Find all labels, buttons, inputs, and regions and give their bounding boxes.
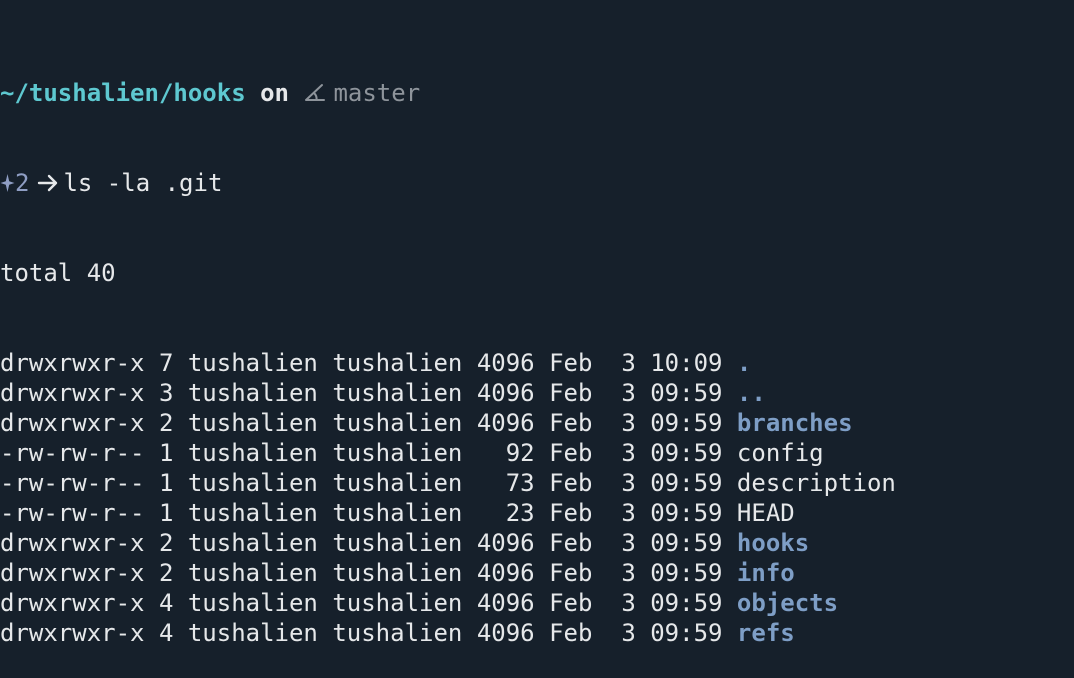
file-metadata: drwxrwxr-x 2 tushalien tushalien 4096 Fe… bbox=[0, 559, 737, 587]
command-line: 2 ls -la .git bbox=[0, 168, 1074, 198]
file-metadata: drwxrwxr-x 4 tushalien tushalien 4096 Fe… bbox=[0, 619, 737, 647]
file-name: description bbox=[736, 469, 896, 497]
directory-name: . bbox=[736, 349, 752, 377]
listing-row: -rw-rw-r-- 1 tushalien tushalien 73 Feb … bbox=[0, 468, 1074, 498]
file-name: config bbox=[736, 439, 824, 467]
git-branch-name: master bbox=[333, 79, 421, 107]
file-metadata: drwxrwxr-x 7 tushalien tushalien 4096 Fe… bbox=[0, 349, 737, 377]
listing-row: drwxrwxr-x 2 tushalien tushalien 4096 Fe… bbox=[0, 528, 1074, 558]
command-text: ls -la .git bbox=[63, 169, 223, 197]
background-jobs-count: 2 bbox=[15, 169, 30, 197]
listing-rows: drwxrwxr-x 7 tushalien tushalien 4096 Fe… bbox=[0, 348, 1074, 648]
file-metadata: drwxrwxr-x 4 tushalien tushalien 4096 Fe… bbox=[0, 589, 737, 617]
sparkle-icon bbox=[0, 170, 15, 192]
listing-row: drwxrwxr-x 4 tushalien tushalien 4096 Fe… bbox=[0, 588, 1074, 618]
listing-row: drwxrwxr-x 4 tushalien tushalien 4096 Fe… bbox=[0, 618, 1074, 648]
listing-row: -rw-rw-r-- 1 tushalien tushalien 23 Feb … bbox=[0, 498, 1074, 528]
terminal-window[interactable]: ~/tushalien/hooks on master 2 ls -la .git… bbox=[0, 18, 1074, 678]
file-metadata: -rw-rw-r-- 1 tushalien tushalien 73 Feb … bbox=[0, 469, 737, 497]
total-line: total 40 bbox=[0, 259, 116, 287]
file-metadata: drwxrwxr-x 2 tushalien tushalien 4096 Fe… bbox=[0, 529, 737, 557]
file-metadata: drwxrwxr-x 3 tushalien tushalien 4096 Fe… bbox=[0, 379, 737, 407]
directory-name: objects bbox=[736, 589, 839, 617]
directory-name: info bbox=[736, 559, 795, 587]
directory-name: .. bbox=[736, 379, 766, 407]
directory-name: hooks bbox=[736, 529, 810, 557]
file-name: HEAD bbox=[736, 499, 795, 527]
file-metadata: -rw-rw-r-- 1 tushalien tushalien 92 Feb … bbox=[0, 439, 737, 467]
listing-row: drwxrwxr-x 3 tushalien tushalien 4096 Fe… bbox=[0, 378, 1074, 408]
git-branch-icon bbox=[303, 80, 329, 104]
listing-row: -rw-rw-r-- 1 tushalien tushalien 92 Feb … bbox=[0, 438, 1074, 468]
directory-name: branches bbox=[736, 409, 853, 437]
current-directory: ~/tushalien/hooks bbox=[0, 79, 246, 107]
listing-row: drwxrwxr-x 2 tushalien tushalien 4096 Fe… bbox=[0, 558, 1074, 588]
prompt-line: ~/tushalien/hooks on master bbox=[0, 78, 1074, 108]
listing-row: drwxrwxr-x 2 tushalien tushalien 4096 Fe… bbox=[0, 408, 1074, 438]
prompt-on-word: on bbox=[260, 79, 289, 107]
file-metadata: -rw-rw-r-- 1 tushalien tushalien 23 Feb … bbox=[0, 499, 737, 527]
listing-row: drwxrwxr-x 7 tushalien tushalien 4096 Fe… bbox=[0, 348, 1074, 378]
right-arrow-icon bbox=[37, 170, 59, 192]
directory-name: refs bbox=[736, 619, 795, 647]
file-metadata: drwxrwxr-x 2 tushalien tushalien 4096 Fe… bbox=[0, 409, 737, 437]
